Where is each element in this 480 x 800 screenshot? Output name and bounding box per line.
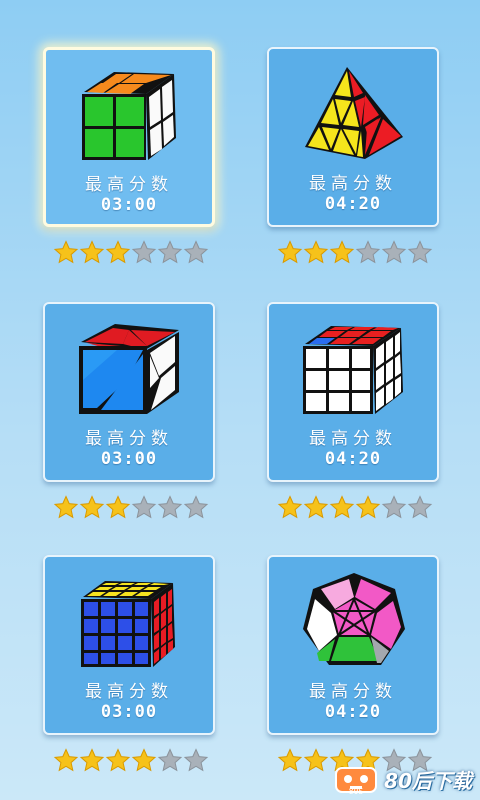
level-card[interactable]: 最高分数 04:20 xyxy=(267,47,439,227)
star-filled-icon xyxy=(277,495,303,519)
star-rating xyxy=(277,495,433,519)
best-time: 04:20 xyxy=(324,449,382,469)
level-cell: 最高分数 04:20 xyxy=(267,302,480,552)
star-rating xyxy=(53,748,209,772)
best-score-label: 最高分数 xyxy=(85,429,173,449)
pyraminx-icon xyxy=(305,67,403,159)
best-time: 03:00 xyxy=(100,702,158,722)
skewb-icon xyxy=(79,324,179,414)
star-filled-icon xyxy=(53,495,79,519)
star-empty-icon xyxy=(131,240,157,264)
best-score-label: 最高分数 xyxy=(85,175,173,195)
star-empty-icon xyxy=(131,495,157,519)
star-empty-icon xyxy=(157,240,183,264)
star-filled-icon xyxy=(303,240,329,264)
star-filled-icon xyxy=(131,748,157,772)
level-card[interactable]: 最高分数 04:20 xyxy=(267,302,439,482)
best-time: 04:20 xyxy=(324,194,382,214)
level-cell: 最高分数 04:20 xyxy=(267,47,480,297)
star-filled-icon xyxy=(277,748,303,772)
best-time: 04:20 xyxy=(324,702,382,722)
star-rating xyxy=(53,495,209,519)
star-empty-icon xyxy=(407,495,433,519)
svg-text:80S: 80S xyxy=(349,787,364,794)
level-cell: 最高分数 03:00 xyxy=(43,555,268,800)
level-cell: 最高分数 03:00 xyxy=(43,302,268,552)
watermark-text: 80后下载 xyxy=(384,768,472,793)
best-time: 03:00 xyxy=(100,449,158,469)
star-empty-icon xyxy=(183,495,209,519)
megaminx-icon xyxy=(303,573,405,665)
level-grid: 最高分数 03:00 最高分数 04:20 最高分数 03:00 最高分数 04… xyxy=(0,0,480,800)
star-empty-icon xyxy=(381,240,407,264)
star-empty-icon xyxy=(183,748,209,772)
3x3-cube-icon xyxy=(303,326,403,414)
star-filled-icon xyxy=(277,240,303,264)
star-rating xyxy=(53,240,209,264)
star-filled-icon xyxy=(329,240,355,264)
star-empty-icon xyxy=(183,240,209,264)
level-cell: 最高分数 03:00 xyxy=(43,47,268,297)
star-empty-icon xyxy=(157,748,183,772)
star-empty-icon xyxy=(407,240,433,264)
robot-logo-icon: 80S xyxy=(335,767,378,794)
star-filled-icon xyxy=(79,748,105,772)
2x2-cube-icon xyxy=(82,72,176,160)
4x4-cube-icon xyxy=(81,581,175,667)
best-time: 03:00 xyxy=(100,195,158,215)
star-filled-icon xyxy=(329,495,355,519)
best-score-label: 最高分数 xyxy=(85,682,173,702)
star-empty-icon xyxy=(157,495,183,519)
best-score-label: 最高分数 xyxy=(309,682,397,702)
level-card[interactable]: 最高分数 03:00 xyxy=(43,47,215,227)
star-filled-icon xyxy=(355,495,381,519)
star-filled-icon xyxy=(79,495,105,519)
star-filled-icon xyxy=(79,240,105,264)
star-empty-icon xyxy=(381,495,407,519)
star-filled-icon xyxy=(105,495,131,519)
star-filled-icon xyxy=(303,495,329,519)
watermark: 80S 80后下载 xyxy=(334,764,472,794)
star-filled-icon xyxy=(105,240,131,264)
star-filled-icon xyxy=(303,748,329,772)
star-empty-icon xyxy=(355,240,381,264)
star-filled-icon xyxy=(53,240,79,264)
star-filled-icon xyxy=(105,748,131,772)
best-score-label: 最高分数 xyxy=(309,429,397,449)
best-score-label: 最高分数 xyxy=(309,174,397,194)
level-card[interactable]: 最高分数 03:00 xyxy=(43,555,215,735)
level-card[interactable]: 最高分数 04:20 xyxy=(267,555,439,735)
star-filled-icon xyxy=(53,748,79,772)
level-card[interactable]: 最高分数 03:00 xyxy=(43,302,215,482)
star-rating xyxy=(277,240,433,264)
